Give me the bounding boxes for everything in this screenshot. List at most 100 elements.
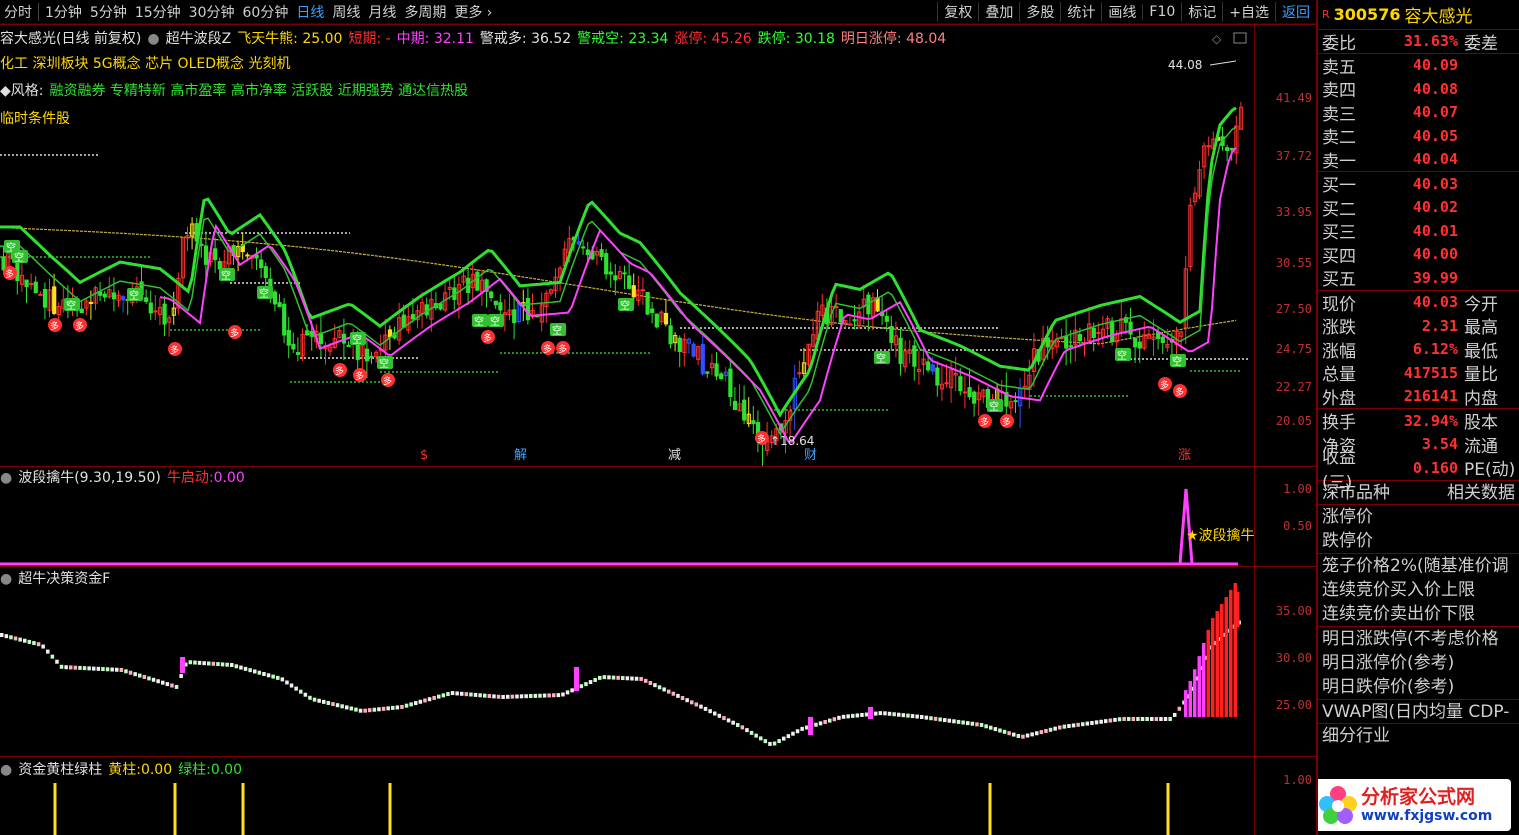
quote-label2: 量比 bbox=[1464, 365, 1498, 386]
fund-dot bbox=[55, 659, 59, 664]
quote-label2: PE(动) bbox=[1464, 460, 1516, 481]
cage-lines-item[interactable]: 笼子价格2%(随基准价调 bbox=[1318, 554, 1519, 578]
tool-button-5[interactable]: F10 bbox=[1142, 4, 1181, 20]
candle-body bbox=[213, 248, 218, 261]
period-tab-8[interactable]: 月线 bbox=[364, 2, 400, 22]
period-tab-5[interactable]: 60分钟 bbox=[239, 2, 293, 22]
candle-body bbox=[613, 275, 618, 281]
tool-button-4[interactable]: 画线 bbox=[1101, 2, 1142, 22]
candle-body bbox=[668, 325, 673, 345]
main-chart-pane[interactable]: 多多多多多多多多多多多多多多多多空空空空空空空空空空空空空空空空 44.08 ↑18… bbox=[0, 24, 1316, 467]
sub-pane-bull-start[interactable]: ● 波段擒牛(9.30,19.50) 牛启动:0.00 ★波段擒牛 1.00 0.50 bbox=[0, 466, 1316, 566]
cage-lines-item[interactable]: 连续竞价卖出价下限 bbox=[1318, 602, 1519, 626]
asks-row[interactable]: 卖五 40.09 bbox=[1318, 54, 1519, 78]
fund-dot bbox=[805, 725, 809, 730]
axis-tick-label: 30.55 bbox=[1275, 256, 1312, 270]
limit-lines-item[interactable]: 涨停价 bbox=[1318, 505, 1519, 529]
tool-button-6[interactable]: 标记 bbox=[1181, 2, 1222, 22]
candle-body bbox=[24, 279, 29, 288]
tomorrow-lines-item[interactable]: 明日涨跌停(不考虑价格 bbox=[1318, 627, 1519, 651]
buy-marker-text: 多 bbox=[355, 370, 364, 382]
sub1-title[interactable]: 波段擒牛(9.30,19.50) bbox=[18, 470, 161, 486]
period-tab-0[interactable]: 分时 bbox=[0, 2, 36, 22]
period-tab-3[interactable]: 15分钟 bbox=[131, 2, 185, 22]
candle-body bbox=[935, 367, 940, 386]
bids-row[interactable]: 买四 40.00 bbox=[1318, 243, 1519, 267]
collapse-icon[interactable]: ● bbox=[0, 762, 12, 778]
period-tab-4[interactable]: 30分钟 bbox=[185, 2, 239, 22]
asks-row[interactable]: 卖三 40.07 bbox=[1318, 101, 1519, 125]
event-tag: $ bbox=[420, 448, 428, 463]
bids-row[interactable]: 买五 39.99 bbox=[1318, 266, 1519, 291]
collapse-icon[interactable]: ● bbox=[147, 31, 159, 47]
sub3-title[interactable]: 资金黄柱绿柱 bbox=[18, 762, 102, 778]
asks-row[interactable]: 卖二 40.05 bbox=[1318, 124, 1519, 149]
green-bar-label: 绿柱: bbox=[178, 762, 211, 778]
fund-dot bbox=[998, 728, 1002, 733]
period-tab-2[interactable]: 5分钟 bbox=[86, 2, 131, 22]
fund-dot bbox=[1048, 727, 1053, 732]
tomorrow-lines-item[interactable]: 明日涨停价(参考) bbox=[1318, 651, 1519, 675]
cage-lines-item[interactable]: 连续竞价买入价上限 bbox=[1318, 578, 1519, 602]
period-tab-10[interactable]: 更多 › bbox=[450, 2, 496, 22]
period-tab-7[interactable]: 周线 bbox=[328, 2, 364, 22]
bids-row[interactable]: 买三 40.01 bbox=[1318, 219, 1519, 244]
candle-body bbox=[1013, 400, 1018, 403]
quote-list: 现价 40.03 今开 涨跌 2.31 最高 涨幅 6.12% 最低 总量 417515 量比 外盘 21… bbox=[1318, 291, 1519, 409]
fund-dot bbox=[1168, 717, 1172, 721]
tool-button-7[interactable]: +自选 bbox=[1222, 2, 1275, 22]
fund-dot bbox=[690, 700, 694, 705]
fund-dot bbox=[915, 714, 919, 719]
logo-url: www.fxjgsw.com bbox=[1361, 808, 1493, 824]
fund-dot bbox=[671, 691, 676, 696]
vwap-row[interactable]: VWAP图(日内均量 CDP- bbox=[1318, 700, 1519, 724]
sub3-axis: 1.00 bbox=[1254, 757, 1316, 835]
fund-dot bbox=[1104, 719, 1108, 724]
period-tab-6[interactable]: 日线 bbox=[292, 2, 328, 22]
event-tag: 财 bbox=[804, 448, 817, 463]
candle-body bbox=[291, 343, 296, 350]
asks-row[interactable]: 卖一 40.04 bbox=[1318, 148, 1519, 172]
related-data-tab[interactable]: 相关数据 bbox=[1447, 481, 1515, 504]
fund-dot bbox=[887, 711, 892, 716]
fund-dot bbox=[828, 718, 832, 723]
bids-row[interactable]: 买一 40.03 bbox=[1318, 172, 1519, 197]
tomorrow-lines-item[interactable]: 明日跌停价(参考) bbox=[1318, 675, 1519, 699]
stock-code[interactable]: 300576 bbox=[1334, 5, 1401, 24]
fund-dot bbox=[1062, 724, 1067, 729]
period-tab-1[interactable]: 1分钟 bbox=[41, 2, 86, 22]
tool-button-3[interactable]: 统计 bbox=[1060, 2, 1101, 22]
bull-signal-label: ★波段擒牛 bbox=[1186, 528, 1255, 544]
pane-toggle-icon bbox=[1233, 32, 1247, 44]
sell-marker-text: 空 bbox=[129, 289, 139, 302]
asks-row[interactable]: 卖四 40.08 bbox=[1318, 77, 1519, 102]
bids-row[interactable]: 买二 40.02 bbox=[1318, 196, 1519, 220]
fund-dot bbox=[676, 693, 680, 698]
tool-button-1[interactable]: 叠加 bbox=[978, 2, 1019, 22]
level-label: 卖一 bbox=[1322, 151, 1356, 172]
tool-button-2[interactable]: 多股 bbox=[1019, 2, 1060, 22]
fund-dot bbox=[961, 720, 965, 725]
sub-pane-fund-bars[interactable]: ● 资金黄柱绿柱 黄柱:0.00 绿柱:0.00 1.00 bbox=[0, 756, 1316, 835]
collapse-icon[interactable]: ● bbox=[0, 571, 12, 587]
sub-pane-decision-fund[interactable]: ● 超牛决策资金F 35.00 30.00 25.00 bbox=[0, 566, 1316, 756]
tool-button-8[interactable]: 返回 bbox=[1275, 2, 1316, 22]
candle-body bbox=[111, 292, 117, 300]
period-tab-9[interactable]: 多周期 bbox=[400, 2, 450, 22]
fund-dot bbox=[271, 674, 275, 679]
tool-button-0[interactable]: 复权 bbox=[937, 2, 978, 22]
level-label: 买一 bbox=[1322, 176, 1356, 197]
candle-body bbox=[245, 254, 250, 257]
sub2-title[interactable]: 超牛决策资金F bbox=[18, 571, 110, 587]
candle-body bbox=[525, 297, 531, 321]
industry-row[interactable]: 细分行业 bbox=[1318, 724, 1519, 748]
limit-lines-item[interactable]: 跌停价 bbox=[1318, 529, 1519, 553]
fund-dot bbox=[299, 689, 303, 694]
fund-dot bbox=[285, 680, 289, 685]
fund-dot bbox=[335, 703, 340, 708]
level-price: 40.02 bbox=[1412, 198, 1458, 217]
indicator-name[interactable]: 超牛波段Z bbox=[166, 31, 232, 47]
mid-term-line bbox=[159, 147, 1237, 443]
stock-name[interactable]: 容大感光 bbox=[1404, 2, 1472, 27]
collapse-icon[interactable]: ● bbox=[0, 470, 12, 486]
